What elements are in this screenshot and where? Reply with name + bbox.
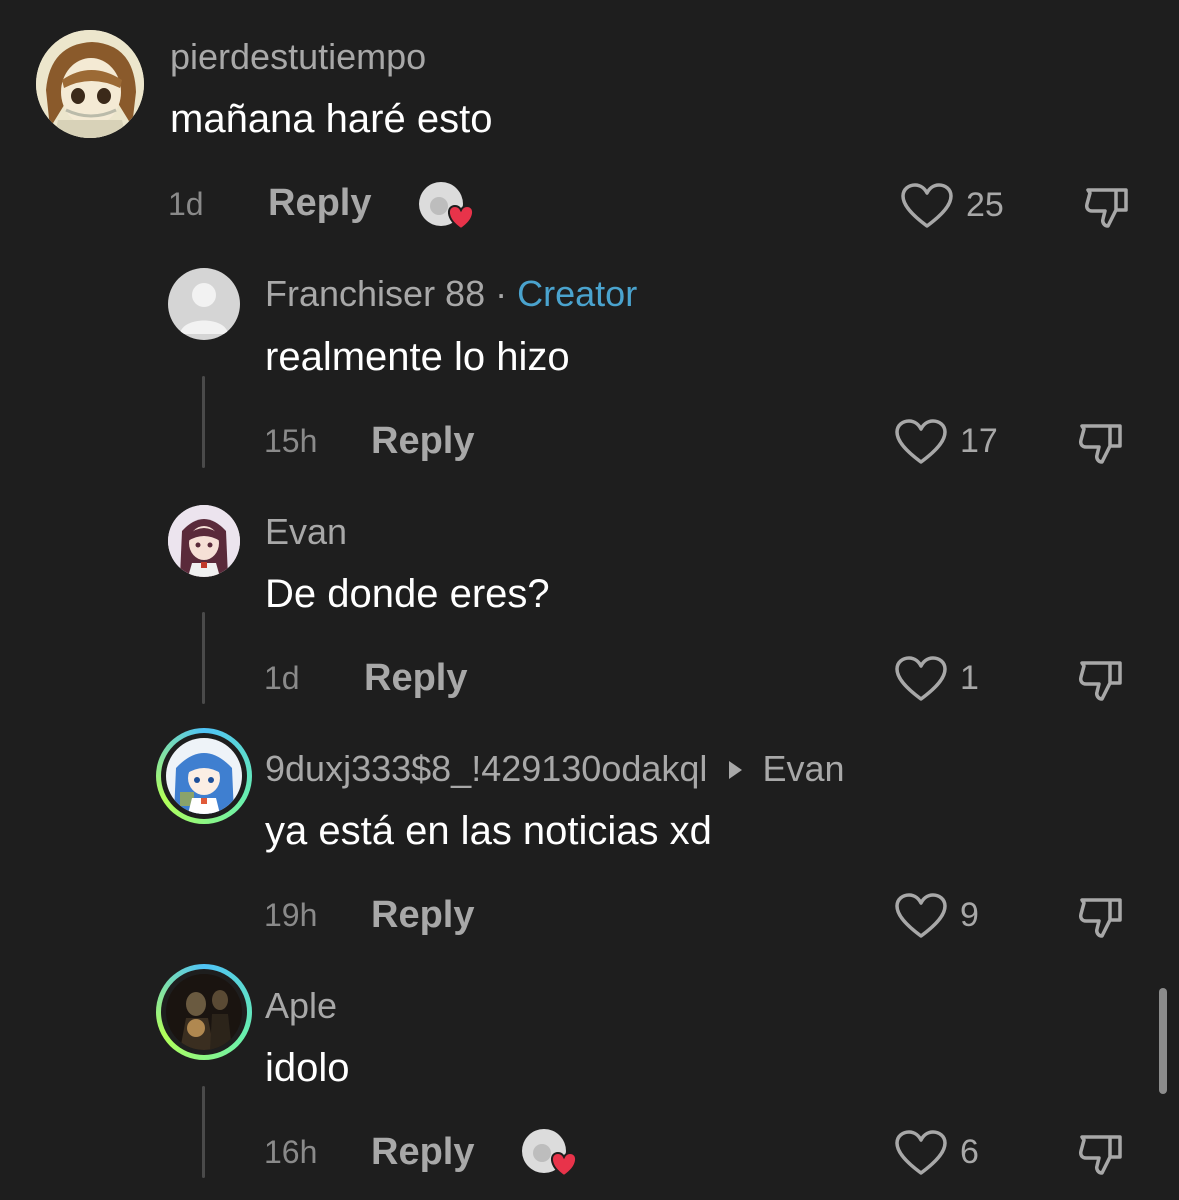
heart-outline-icon[interactable] (894, 892, 948, 940)
comment-time: 15h (264, 423, 318, 459)
comment-time: 1d (264, 660, 300, 696)
thumbs-down-icon[interactable] (1076, 1129, 1126, 1179)
avatar-9duxj[interactable] (166, 738, 242, 814)
like-count: 25 (966, 186, 1004, 224)
like-count: 17 (960, 422, 998, 460)
avatar-aple[interactable] (166, 974, 242, 1050)
comment-username[interactable]: Evan (265, 511, 347, 553)
comment-time: 1d (168, 186, 204, 222)
comment-time: 19h (264, 897, 318, 933)
like-count: 1 (960, 659, 979, 697)
comment-time: 16h (264, 1134, 318, 1170)
avatar-franchiser[interactable] (168, 268, 240, 340)
like-count: 6 (960, 1133, 979, 1171)
reply-button[interactable]: Reply (364, 657, 467, 700)
avatar-evan[interactable] (168, 505, 240, 577)
username-label[interactable]: Franchiser 88 (265, 273, 485, 314)
comment-text: mañana haré esto (170, 97, 493, 141)
username-label[interactable]: 9duxj333$8_!429130odakql (265, 748, 707, 789)
comment-username[interactable]: pierdestutiempo (170, 36, 426, 78)
heart-outline-icon[interactable] (894, 655, 948, 703)
thumbs-down-icon[interactable] (1076, 655, 1126, 705)
thumbs-down-icon[interactable] (1076, 418, 1126, 468)
scrollbar[interactable] (1159, 988, 1167, 1094)
comment-username[interactable]: Aple (265, 985, 337, 1027)
reply-button[interactable]: Reply (371, 894, 474, 937)
thread-line (202, 376, 205, 468)
reply-button[interactable]: Reply (268, 182, 371, 225)
reply-button[interactable]: Reply (371, 420, 474, 463)
like-count: 9 (960, 896, 979, 934)
comment-text: realmente lo hizo (265, 335, 570, 379)
comment-username[interactable]: Franchiser 88 · Creator (265, 273, 637, 315)
comment-text: ya está en las noticias xd (265, 809, 712, 853)
comment-text: idolo (265, 1046, 350, 1090)
creator-badge: Creator (517, 273, 638, 314)
avatar-pierdestutiempo[interactable] (36, 30, 144, 138)
heart-outline-icon[interactable] (894, 1129, 948, 1177)
comment-text: De donde eres? (265, 572, 550, 616)
thumbs-down-icon[interactable] (1082, 182, 1132, 232)
thread-line (202, 612, 205, 704)
heart-outline-icon[interactable] (900, 182, 954, 230)
heart-outline-icon[interactable] (894, 418, 948, 466)
reply-to-username[interactable]: Evan (762, 748, 844, 789)
reply-arrow-icon (729, 761, 743, 779)
creator-heart-badge-icon (417, 180, 479, 232)
thread-line (202, 1086, 205, 1178)
comment-username[interactable]: 9duxj333$8_!429130odakql Evan (265, 748, 845, 790)
username-separator: · (495, 273, 508, 314)
reply-button[interactable]: Reply (371, 1131, 474, 1174)
creator-heart-badge-icon (520, 1127, 582, 1179)
thumbs-down-icon[interactable] (1076, 892, 1126, 942)
avatar-story-ring[interactable] (156, 964, 252, 1060)
avatar-story-ring[interactable] (156, 728, 252, 824)
